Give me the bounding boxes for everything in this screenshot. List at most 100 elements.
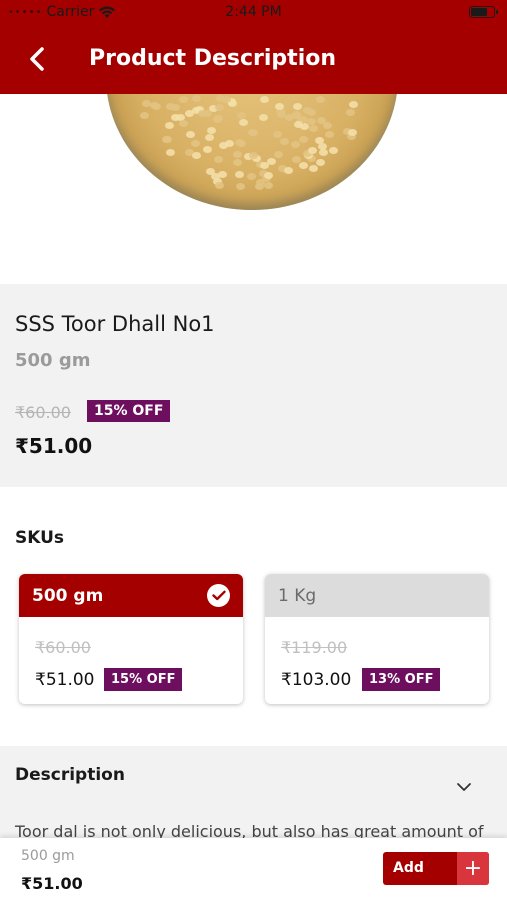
product-info-card: SSS Toor Dhall No1 500 gm ₹60.00 15% OFF… — [0, 284, 507, 487]
grain-texture — [280, 137, 289, 145]
grain-texture — [348, 100, 358, 108]
sku-header: 1 Kg — [265, 574, 489, 617]
selected-price: ₹51.00 — [21, 874, 83, 893]
grain-texture — [309, 164, 319, 172]
grain-texture — [323, 122, 332, 130]
grain-texture — [314, 137, 324, 145]
grain-texture — [247, 173, 257, 181]
grain-texture — [345, 109, 355, 117]
plus-icon[interactable]: + — [457, 852, 489, 885]
grain-texture — [292, 103, 302, 111]
discount-badge: 15% OFF — [87, 400, 171, 422]
grain-texture — [215, 103, 225, 111]
grain-texture — [259, 96, 269, 104]
product-weight: 500 gm — [15, 350, 91, 371]
grain-texture — [315, 95, 325, 103]
status-bar: ••••• Carrier 2:44 PM — [0, 0, 507, 26]
product-price: ₹51.00 — [15, 434, 93, 458]
grain-texture — [179, 120, 189, 128]
grain-texture — [291, 156, 301, 164]
grain-texture — [236, 139, 246, 147]
grain-texture — [185, 131, 195, 139]
grain-texture — [206, 126, 216, 134]
description-heading: Description — [15, 765, 125, 785]
grain-texture — [166, 148, 176, 156]
grain-texture — [249, 151, 259, 159]
grain-texture — [233, 158, 243, 166]
bottom-cart-bar: 500 gm ₹51.00 Add + — [0, 838, 507, 900]
grain-texture — [192, 151, 202, 159]
grain-texture — [325, 130, 335, 138]
grain-texture — [298, 161, 308, 169]
grain-texture — [319, 149, 329, 157]
sku-mrp: ₹119.00 — [281, 638, 348, 657]
grain-texture — [218, 170, 228, 178]
grain-texture — [247, 129, 257, 137]
product-image — [106, 94, 398, 210]
chevron-down-icon[interactable] — [456, 782, 472, 792]
sku-card-1kg[interactable]: 1 Kg ₹119.00 ₹103.00 13% OFF — [265, 574, 489, 704]
sku-card-500gm[interactable]: 500 gm ₹60.00 ₹51.00 15% OFF — [19, 574, 243, 704]
grain-texture — [205, 167, 215, 175]
grain-texture — [165, 122, 175, 130]
grain-texture — [236, 111, 246, 119]
sku-label: 1 Kg — [278, 585, 317, 606]
product-mrp: ₹60.00 — [15, 403, 71, 422]
grain-texture — [329, 146, 339, 154]
grain-texture — [290, 140, 300, 148]
grain-texture — [273, 130, 283, 138]
grain-texture — [316, 159, 326, 167]
nav-bar: Product Description — [0, 26, 507, 94]
grain-texture — [215, 181, 225, 189]
grain-texture — [307, 117, 317, 125]
grain-texture — [185, 109, 195, 117]
status-time: 2:44 PM — [225, 4, 282, 20]
add-button-label: Add — [393, 860, 424, 876]
grain-texture — [152, 103, 162, 111]
grain-texture — [232, 150, 242, 158]
back-button[interactable] — [22, 44, 52, 74]
description-text: Toor dal is not only delicious, but also… — [15, 822, 484, 838]
grain-texture — [235, 183, 245, 191]
grain-texture — [179, 96, 189, 104]
grain-texture — [202, 145, 212, 153]
grain-texture — [203, 110, 212, 118]
grain-texture — [298, 136, 308, 144]
grain-texture — [284, 167, 294, 175]
sku-label: 500 gm — [32, 585, 104, 606]
grain-texture — [267, 157, 277, 165]
grain-texture — [276, 110, 286, 118]
sku-price: ₹103.00 — [281, 670, 352, 690]
grain-texture — [139, 111, 149, 119]
grain-texture — [264, 171, 274, 179]
grain-texture — [254, 182, 264, 190]
grain-texture — [191, 95, 201, 103]
grain-texture — [275, 102, 285, 110]
grain-texture — [234, 171, 244, 179]
selected-weight: 500 gm — [21, 848, 75, 864]
grain-texture — [190, 140, 200, 148]
chevron-left-icon — [30, 47, 44, 71]
grain-texture — [238, 119, 248, 127]
sku-discount-badge: 15% OFF — [104, 668, 183, 691]
grain-texture — [274, 151, 284, 159]
sku-price: ₹51.00 — [35, 670, 95, 690]
grain-texture — [258, 113, 268, 121]
grain-texture — [219, 142, 229, 150]
sku-discount-badge: 13% OFF — [362, 668, 441, 691]
grain-texture — [294, 120, 304, 128]
description-section[interactable]: Description Toor dal is not only delicio… — [0, 746, 507, 838]
product-image-area — [0, 94, 507, 284]
grain-texture — [308, 146, 318, 154]
grain-texture — [264, 181, 274, 189]
grain-texture — [205, 134, 215, 142]
grain-texture — [214, 155, 224, 163]
skus-heading: SKUs — [15, 528, 65, 548]
battery-icon — [469, 6, 498, 18]
grain-texture — [213, 116, 223, 124]
grain-texture — [307, 109, 317, 117]
check-icon — [207, 584, 230, 607]
grain-texture — [221, 95, 231, 103]
product-name: SSS Toor Dhall No1 — [15, 312, 215, 336]
add-to-cart-button[interactable]: Add + — [383, 852, 489, 885]
